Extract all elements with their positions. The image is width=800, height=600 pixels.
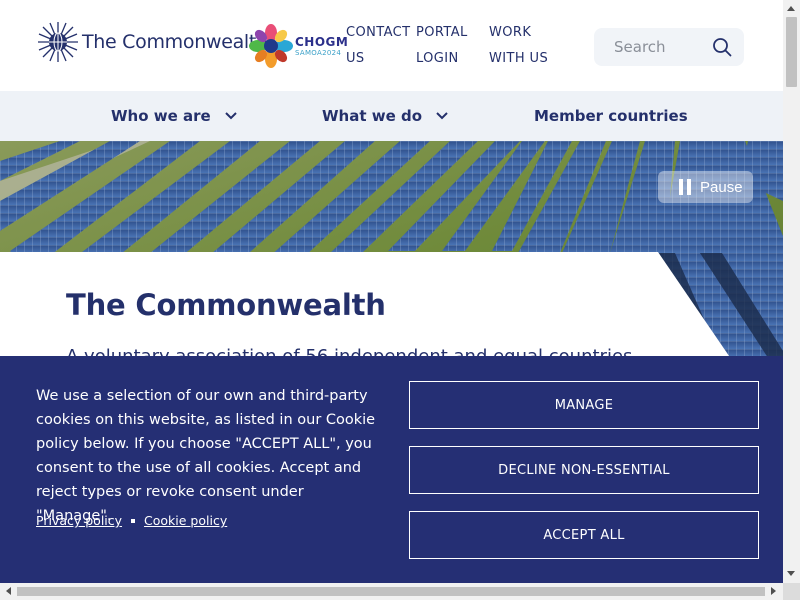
separator-dot: [131, 518, 136, 523]
main-nav: Who we are What we do Member countries: [0, 91, 783, 141]
commonwealth-logo[interactable]: The Commonwealth: [38, 20, 268, 64]
nav-item-what-we-do[interactable]: What we do: [322, 91, 448, 141]
site-header: The Commonwealth CHOGM SAMOA2024 CONTACT…: [0, 0, 783, 91]
horizontal-scrollbar-thumb[interactable]: [17, 587, 765, 596]
portal-login-link[interactable]: PORTAL LOGIN: [416, 20, 476, 72]
accept-all-button[interactable]: ACCEPT ALL: [409, 511, 759, 559]
search-box: [594, 28, 744, 66]
scroll-right-arrow-icon[interactable]: [771, 587, 776, 595]
pause-button[interactable]: Pause: [658, 171, 753, 203]
nav-item-who-we-are[interactable]: Who we are: [111, 91, 237, 141]
vertical-scrollbar[interactable]: [783, 0, 800, 583]
cookie-message: We use a selection of our own and third-…: [36, 388, 376, 524]
logo-text: The Commonwealth: [82, 31, 268, 53]
chogm-flower-icon: [249, 24, 293, 68]
privacy-policy-link[interactable]: Privacy policy: [36, 513, 122, 528]
page: The Commonwealth CHOGM SAMOA2024 CONTACT…: [0, 0, 783, 583]
search-icon[interactable]: [712, 37, 732, 57]
nav-item-label: Who we are: [111, 107, 211, 125]
nav-item-member-countries[interactable]: Member countries: [534, 91, 688, 141]
page-title: The Commonwealth: [66, 288, 386, 322]
nav-item-label: Member countries: [534, 107, 688, 125]
pause-label: Pause: [700, 178, 743, 196]
cookie-banner: We use a selection of our own and third-…: [0, 356, 783, 583]
vertical-scrollbar-thumb[interactable]: [786, 17, 797, 87]
scroll-left-arrow-icon[interactable]: [6, 587, 11, 595]
chogm-logo[interactable]: CHOGM SAMOA2024: [249, 24, 348, 68]
scrollbar-corner: [783, 583, 800, 600]
decline-non-essential-button[interactable]: DECLINE NON-ESSENTIAL: [409, 446, 759, 494]
horizontal-scrollbar[interactable]: [0, 583, 783, 600]
scroll-down-arrow-icon[interactable]: [787, 571, 795, 576]
search-input[interactable]: [612, 37, 706, 57]
manage-button[interactable]: MANAGE: [409, 381, 759, 429]
chogm-subtitle: SAMOA2024: [295, 48, 342, 57]
chevron-down-icon: [224, 112, 237, 120]
contact-us-link[interactable]: CONTACT US: [346, 20, 410, 72]
cookie-links: Privacy policy Cookie policy: [36, 513, 227, 528]
pause-icon: [679, 179, 691, 195]
cookie-policy-link[interactable]: Cookie policy: [144, 513, 227, 528]
chogm-title: CHOGM: [295, 34, 349, 49]
work-with-us-link[interactable]: WORK WITH US: [489, 20, 549, 72]
scroll-up-arrow-icon[interactable]: [787, 6, 795, 11]
commonwealth-globe-icon: [38, 22, 78, 62]
nav-item-label: What we do: [322, 107, 423, 125]
chevron-down-icon: [436, 112, 448, 120]
